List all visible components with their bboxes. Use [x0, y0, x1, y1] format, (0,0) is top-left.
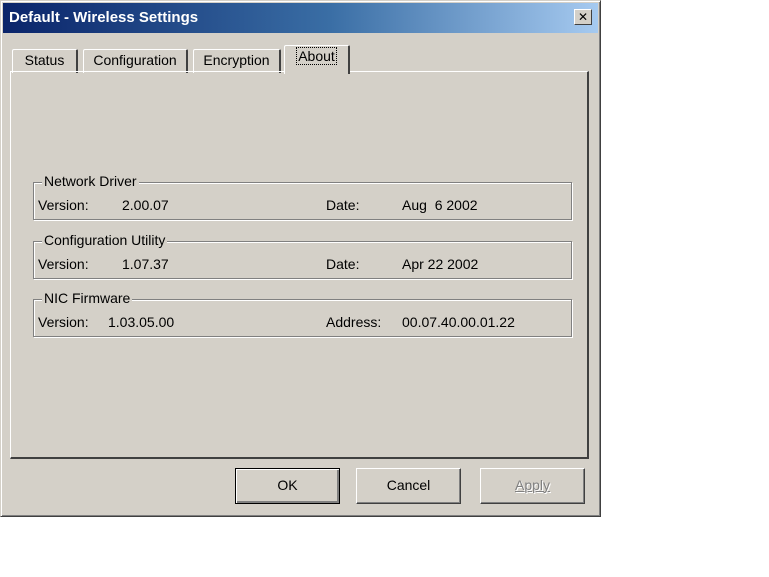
tab-about[interactable]: About: [284, 45, 350, 74]
configuration-utility-date-value: Apr 22 2002: [402, 256, 479, 272]
ok-button-label: OK: [277, 477, 298, 493]
network-driver-group: Network Driver Version: 2.00.07 Date: Au…: [33, 173, 572, 220]
apply-button: Apply: [480, 468, 585, 504]
cancel-button[interactable]: Cancel: [356, 468, 461, 504]
tab-status[interactable]: Status: [12, 49, 78, 73]
close-button[interactable]: ✕: [574, 9, 592, 25]
configuration-utility-group: Configuration Utility Version: 1.07.37 D…: [33, 232, 572, 279]
nic-firmware-group-title: NIC Firmware: [42, 290, 133, 306]
tab-encryption-label: Encryption: [203, 52, 270, 68]
configuration-utility-group-title: Configuration Utility: [42, 232, 168, 248]
network-driver-date-value: Aug 6 2002: [402, 197, 478, 213]
close-icon: ✕: [577, 10, 589, 24]
configuration-utility-version-value: 1.07.37: [122, 256, 169, 272]
tab-about-label: About: [296, 47, 337, 65]
nic-firmware-version-label: Version:: [38, 314, 89, 330]
network-driver-group-title: Network Driver: [42, 173, 139, 189]
nic-firmware-group: NIC Firmware Version: 1.03.05.00 Address…: [33, 290, 572, 337]
configuration-utility-date-label: Date:: [326, 256, 360, 272]
nic-firmware-address-label: Address:: [326, 314, 382, 330]
tab-configuration-label: Configuration: [93, 52, 177, 68]
configuration-utility-version-label: Version:: [38, 256, 89, 272]
title-bar[interactable]: Default - Wireless Settings ✕: [3, 3, 598, 33]
nic-firmware-version-value: 1.03.05.00: [108, 314, 175, 330]
tab-configuration[interactable]: Configuration: [83, 49, 188, 73]
cancel-button-label: Cancel: [386, 477, 431, 493]
ok-button[interactable]: OK: [235, 468, 340, 504]
tab-encryption[interactable]: Encryption: [193, 49, 281, 73]
network-driver-version-label: Version:: [38, 197, 89, 213]
wireless-settings-dialog: Default - Wireless Settings ✕ Status Con…: [0, 0, 601, 517]
network-driver-date-label: Date:: [326, 197, 360, 213]
window-title: Default - Wireless Settings: [9, 9, 199, 26]
tab-status-label: Status: [24, 52, 65, 68]
apply-button-label: Apply: [514, 477, 551, 493]
network-driver-version-value: 2.00.07: [122, 197, 169, 213]
nic-firmware-address-value: 00.07.40.00.01.22: [402, 314, 515, 330]
